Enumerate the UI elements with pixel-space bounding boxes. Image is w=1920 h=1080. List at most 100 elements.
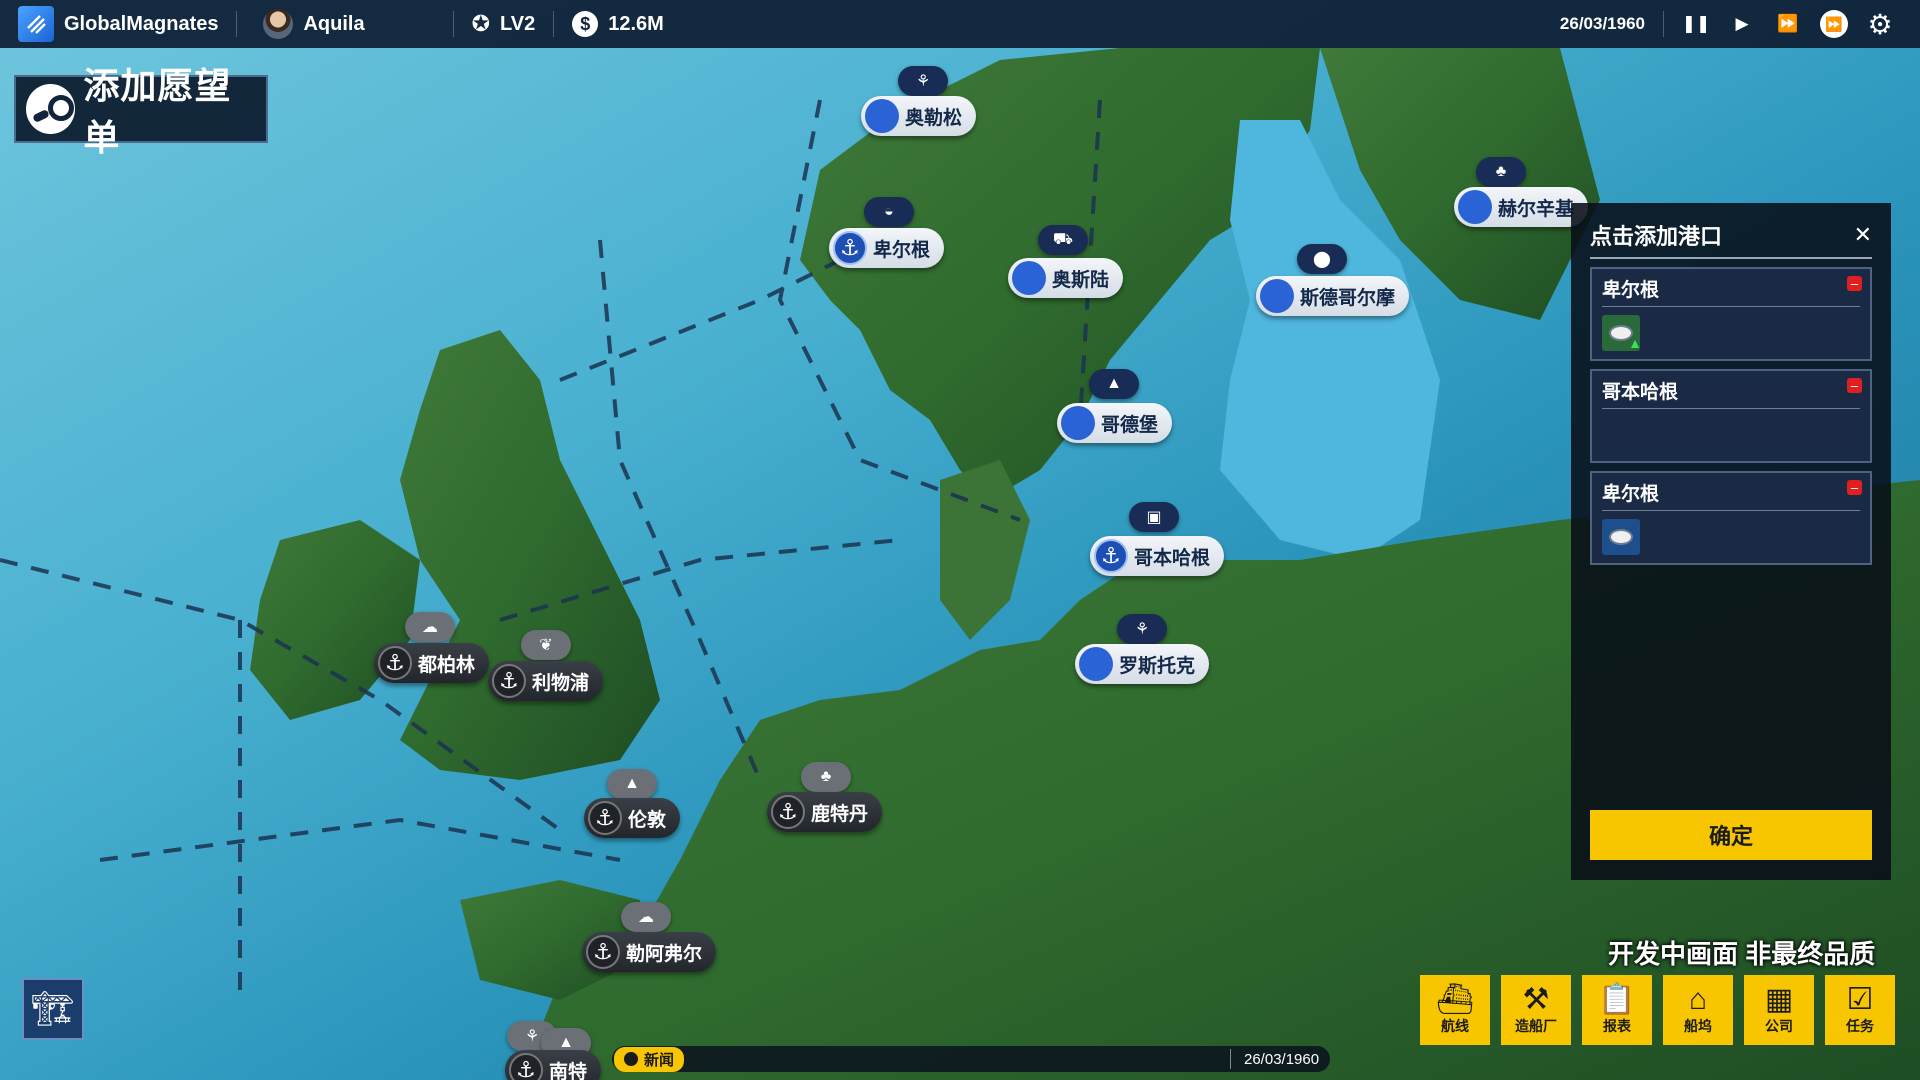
port-london[interactable]: ⚓ 伦敦: [584, 798, 681, 838]
resource-timber-icon[interactable]: ▲: [607, 769, 657, 799]
level-value: LV2: [500, 12, 536, 35]
level-indicator[interactable]: ✪ LV2: [454, 0, 554, 48]
port-rotterdam[interactable]: ⚓ 鹿特丹: [767, 792, 883, 832]
pause-icon[interactable]: ❚❚: [1682, 10, 1711, 38]
app-brand[interactable]: GlobalMagnates: [0, 0, 236, 48]
port-marker-icon: [1079, 647, 1113, 681]
port-rostock[interactable]: 罗斯托克: [1075, 644, 1210, 684]
tasks-button[interactable]: ☑ 任务: [1825, 975, 1895, 1045]
harbor-view-button[interactable]: 🏗: [22, 978, 84, 1040]
news-ticker[interactable]: 新闻 26/03/1960: [612, 1046, 1330, 1072]
confirm-button[interactable]: 确定: [1590, 810, 1872, 860]
resource-cotton-icon[interactable]: ♣: [801, 762, 851, 792]
add-wishlist-button[interactable]: 添加愿望单: [14, 65, 268, 158]
port-marker-icon: [865, 99, 899, 133]
resource-fish-icon[interactable]: ◒: [864, 197, 914, 227]
fish-cargo-icon[interactable]: ▲: [1602, 315, 1642, 351]
port-marker-icon: [1012, 261, 1046, 295]
fast-forward-icon[interactable]: ⏩: [1774, 10, 1802, 38]
task-icon: ☑: [1846, 983, 1874, 1016]
wishlist-label: 添加愿望单: [83, 65, 232, 158]
resource-cloud-icon[interactable]: ☁: [621, 902, 671, 932]
close-icon[interactable]: ✕: [1854, 224, 1872, 246]
app-name: GlobalMagnates: [64, 12, 219, 35]
port-stockholm[interactable]: 斯德哥尔摩: [1256, 276, 1410, 316]
anchor-icon: ⚓: [1094, 539, 1128, 573]
load-arrow-icon: ▲: [1628, 335, 1642, 351]
resource-ore-icon[interactable]: ⬤: [1297, 244, 1347, 274]
reports-button[interactable]: 📋 报表: [1582, 975, 1652, 1045]
medal-icon: ✪: [471, 11, 491, 36]
port-liverpool[interactable]: ⚓ 利物浦: [488, 661, 604, 701]
play-icon[interactable]: ▶: [1728, 10, 1756, 38]
port-card[interactable]: 卑尔根 –: [1590, 471, 1872, 565]
money-indicator[interactable]: $ 12.6M: [554, 0, 682, 48]
news-tag[interactable]: 新闻: [614, 1046, 685, 1072]
routes-button[interactable]: ⛴ 航线: [1420, 975, 1490, 1045]
report-icon: 📋: [1598, 983, 1636, 1016]
port-nantes[interactable]: ⚓ 南特: [505, 1050, 602, 1080]
bottom-menu: ⛴ 航线 ⚒ 造船厂 📋 报表 ⌂ 船坞 ▦ 公司 ☑ 任务: [1420, 975, 1895, 1045]
resource-cloud-icon[interactable]: ☁: [405, 612, 455, 642]
globalmagnates-logo-icon: [18, 6, 54, 42]
resource-tea-icon[interactable]: ❦: [521, 630, 571, 660]
panel-title: 点击添加港口: [1590, 224, 1723, 249]
money-value: 12.6M: [608, 12, 664, 35]
denmark-land: [940, 460, 1030, 640]
remove-port-button[interactable]: –: [1847, 276, 1862, 291]
britain-land: [400, 330, 660, 780]
steam-icon: [26, 84, 76, 134]
resource-coal-icon[interactable]: ⛟: [1038, 225, 1088, 255]
port-alesund[interactable]: 奥勒松: [861, 96, 977, 136]
port-bergen[interactable]: ⚓ 卑尔根: [829, 228, 945, 268]
anchor-icon: ⚓: [588, 801, 622, 835]
port-marker-icon: [1061, 406, 1095, 440]
add-port-panel: 点击添加港口 ✕ 卑尔根 – ▲ 哥本哈根 – 卑尔根 – 确定: [1571, 203, 1891, 880]
anchor-icon: ⚓: [833, 231, 867, 265]
dock-button[interactable]: ⌂ 船坞: [1663, 975, 1733, 1045]
player-profile[interactable]: Aquila: [237, 0, 382, 48]
news-date: 26/03/1960: [1244, 1050, 1320, 1068]
ireland-land: [250, 520, 420, 720]
port-marker-icon: [1458, 190, 1492, 224]
divider: [1663, 11, 1664, 37]
fastest-forward-icon[interactable]: ⏩: [1820, 10, 1848, 38]
company-button[interactable]: ▦ 公司: [1744, 975, 1814, 1045]
port-copenhagen[interactable]: ⚓ 哥本哈根: [1090, 536, 1225, 576]
gear-icon[interactable]: ⚙: [1866, 9, 1894, 40]
time-controls: 26/03/1960 ❚❚ ▶ ⏩ ⏩ ⚙: [1560, 0, 1920, 48]
port-oslo[interactable]: 奥斯陆: [1008, 258, 1124, 298]
info-icon: [624, 1052, 638, 1066]
remove-port-button[interactable]: –: [1847, 378, 1862, 393]
port-card-name: 哥本哈根: [1602, 377, 1860, 409]
shipyard-button[interactable]: ⚒ 造船厂: [1501, 975, 1571, 1045]
harbor-icon: 🏗: [31, 990, 75, 1028]
avatar: [263, 9, 294, 39]
port-helsinki[interactable]: 赫尔辛基: [1454, 187, 1589, 227]
panel-header: 点击添加港口 ✕: [1590, 219, 1872, 259]
port-dublin[interactable]: ⚓ 都柏林: [374, 643, 490, 683]
port-le-havre[interactable]: ⚓ 勒阿弗尔: [582, 932, 717, 972]
top-bar: GlobalMagnates Aquila ✪ LV2 $ 12.6M 26/0…: [0, 0, 1920, 48]
anchor-icon: ⚓: [771, 795, 805, 829]
resource-cotton-icon[interactable]: ♣: [1476, 157, 1526, 187]
dock-icon: ⌂: [1688, 983, 1708, 1016]
divider: [1230, 1049, 1231, 1069]
port-card[interactable]: 卑尔根 – ▲: [1590, 267, 1872, 361]
fish-cargo-icon[interactable]: [1602, 519, 1640, 555]
dev-watermark: 开发中画面 非最终品质: [1608, 939, 1876, 969]
shipyard-icon: ⚒: [1522, 983, 1550, 1016]
game-date: 26/03/1960: [1559, 14, 1645, 33]
resource-timber-icon[interactable]: ▲: [1089, 369, 1139, 399]
remove-port-button[interactable]: –: [1847, 480, 1862, 495]
resource-grain-icon[interactable]: ⚘: [1117, 614, 1167, 644]
anchor-icon: ⚓: [378, 646, 412, 680]
resource-machinery-icon[interactable]: ▣: [1129, 502, 1179, 532]
anchor-icon: ⚓: [492, 664, 526, 698]
anchor-icon: ⚓: [586, 935, 620, 969]
port-gothenburg[interactable]: 哥德堡: [1057, 403, 1173, 443]
port-card-name: 卑尔根: [1602, 479, 1860, 511]
player-name: Aquila: [303, 12, 365, 35]
resource-grain-icon[interactable]: ⚘: [898, 66, 948, 96]
port-card[interactable]: 哥本哈根 –: [1590, 369, 1872, 463]
